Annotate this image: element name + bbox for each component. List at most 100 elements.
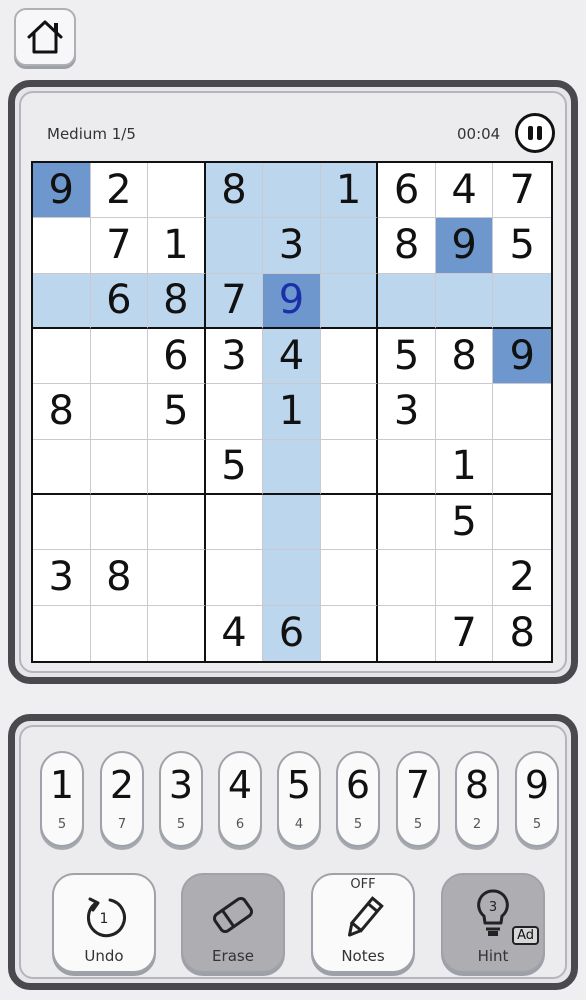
sudoku-cell[interactable]: 8 [148, 273, 206, 329]
sudoku-cell[interactable] [493, 384, 551, 440]
sudoku-cell[interactable]: 8 [90, 550, 149, 606]
sudoku-cell[interactable]: 3 [263, 218, 321, 274]
sudoku-cell[interactable] [33, 273, 91, 329]
sudoku-cell[interactable]: 1 [320, 163, 379, 219]
sudoku-cell[interactable] [90, 384, 149, 440]
sudoku-cell[interactable]: 6 [148, 328, 206, 385]
sudoku-cell[interactable]: 7 [435, 605, 494, 661]
number-button-5[interactable]: 54 [277, 751, 321, 847]
sudoku-cell[interactable] [148, 550, 206, 606]
number-button-4[interactable]: 46 [218, 751, 262, 847]
sudoku-cell[interactable]: 8 [378, 218, 436, 274]
sudoku-cell[interactable]: 8 [205, 163, 264, 219]
sudoku-cell[interactable] [320, 384, 379, 440]
sudoku-cell[interactable] [205, 218, 264, 274]
sudoku-cell[interactable]: 3 [205, 328, 264, 385]
sudoku-cell[interactable] [148, 439, 206, 495]
sudoku-cell[interactable]: 5 [378, 328, 436, 385]
sudoku-cell[interactable] [320, 494, 379, 551]
sudoku-cell[interactable]: 7 [90, 218, 149, 274]
sudoku-cell[interactable] [493, 494, 551, 551]
number-button-6[interactable]: 65 [336, 751, 380, 847]
sudoku-cell[interactable] [320, 328, 379, 385]
sudoku-cell[interactable] [33, 328, 91, 385]
number-button-7[interactable]: 75 [396, 751, 440, 847]
sudoku-cell[interactable]: 6 [90, 273, 149, 329]
sudoku-cell[interactable]: 8 [33, 384, 91, 440]
sudoku-cell[interactable] [90, 605, 149, 661]
sudoku-cell[interactable] [493, 439, 551, 495]
sudoku-cell[interactable]: 2 [493, 550, 551, 606]
sudoku-cell[interactable]: 7 [493, 163, 551, 219]
sudoku-cell[interactable] [378, 439, 436, 495]
sudoku-cell[interactable]: 5 [493, 218, 551, 274]
sudoku-cell[interactable]: 9 [33, 163, 91, 219]
sudoku-cell[interactable]: 5 [205, 439, 264, 495]
number-button-2[interactable]: 27 [100, 751, 144, 847]
sudoku-cell[interactable] [493, 273, 551, 329]
sudoku-cell[interactable] [378, 605, 436, 661]
sudoku-cell[interactable] [263, 439, 321, 495]
sudoku-cell[interactable]: 5 [148, 384, 206, 440]
sudoku-cell[interactable] [148, 605, 206, 661]
sudoku-cell[interactable] [148, 163, 206, 219]
sudoku-cell[interactable]: 4 [205, 605, 264, 661]
sudoku-cell[interactable] [90, 328, 149, 385]
number-digit: 1 [49, 763, 75, 807]
sudoku-cell[interactable]: 7 [205, 273, 264, 329]
sudoku-cell[interactable] [320, 273, 379, 329]
sudoku-cell[interactable]: 6 [378, 163, 436, 219]
sudoku-cell[interactable]: 6 [263, 605, 321, 661]
pencil-icon [348, 896, 384, 937]
sudoku-cell[interactable] [320, 218, 379, 274]
sudoku-cell[interactable] [320, 439, 379, 495]
sudoku-cell[interactable] [320, 550, 379, 606]
sudoku-cell[interactable] [435, 550, 494, 606]
undo-button[interactable]: 1 Undo [52, 873, 156, 973]
sudoku-cell[interactable]: 1 [263, 384, 321, 440]
sudoku-cell[interactable]: 2 [90, 163, 149, 219]
sudoku-cell[interactable] [435, 273, 494, 329]
number-button-1[interactable]: 15 [40, 751, 84, 847]
sudoku-cell[interactable]: 9 [263, 273, 321, 329]
number-button-9[interactable]: 95 [515, 751, 559, 847]
sudoku-cell[interactable] [90, 439, 149, 495]
hint-button[interactable]: 3 Ad Hint [441, 873, 545, 973]
sudoku-cell[interactable]: 9 [493, 328, 551, 385]
sudoku-cell[interactable] [205, 494, 264, 551]
sudoku-cell[interactable] [205, 384, 264, 440]
sudoku-cell[interactable] [263, 494, 321, 551]
pause-button[interactable] [515, 113, 555, 153]
sudoku-cell[interactable]: 3 [378, 384, 436, 440]
sudoku-cell[interactable] [378, 550, 436, 606]
sudoku-cell[interactable]: 4 [435, 163, 494, 219]
sudoku-cell[interactable] [148, 494, 206, 551]
sudoku-cell[interactable] [33, 439, 91, 495]
sudoku-cell[interactable] [90, 494, 149, 551]
sudoku-cell[interactable] [33, 218, 91, 274]
sudoku-cell[interactable] [33, 605, 91, 661]
home-button[interactable] [14, 8, 76, 66]
notes-button[interactable]: OFF Notes [311, 873, 415, 973]
sudoku-cell[interactable] [320, 605, 379, 661]
number-button-3[interactable]: 35 [159, 751, 203, 847]
sudoku-cell[interactable]: 1 [148, 218, 206, 274]
sudoku-cell[interactable] [378, 273, 436, 329]
sudoku-cell[interactable] [435, 384, 494, 440]
number-remaining-count: 5 [57, 817, 67, 832]
number-button-8[interactable]: 82 [455, 751, 499, 847]
erase-button[interactable]: Erase [181, 873, 285, 973]
sudoku-cell[interactable]: 4 [263, 328, 321, 385]
sudoku-cell[interactable]: 8 [493, 605, 551, 661]
sudoku-cell[interactable] [205, 550, 264, 606]
sudoku-cell[interactable] [263, 550, 321, 606]
ad-badge: Ad [512, 926, 539, 945]
sudoku-cell[interactable] [33, 494, 91, 551]
sudoku-cell[interactable]: 1 [435, 439, 494, 495]
sudoku-cell[interactable] [263, 163, 321, 219]
sudoku-cell[interactable]: 3 [33, 550, 91, 606]
sudoku-cell[interactable]: 8 [435, 328, 494, 385]
sudoku-cell[interactable]: 5 [435, 494, 494, 551]
sudoku-cell[interactable] [378, 494, 436, 551]
sudoku-cell[interactable]: 9 [435, 218, 494, 274]
